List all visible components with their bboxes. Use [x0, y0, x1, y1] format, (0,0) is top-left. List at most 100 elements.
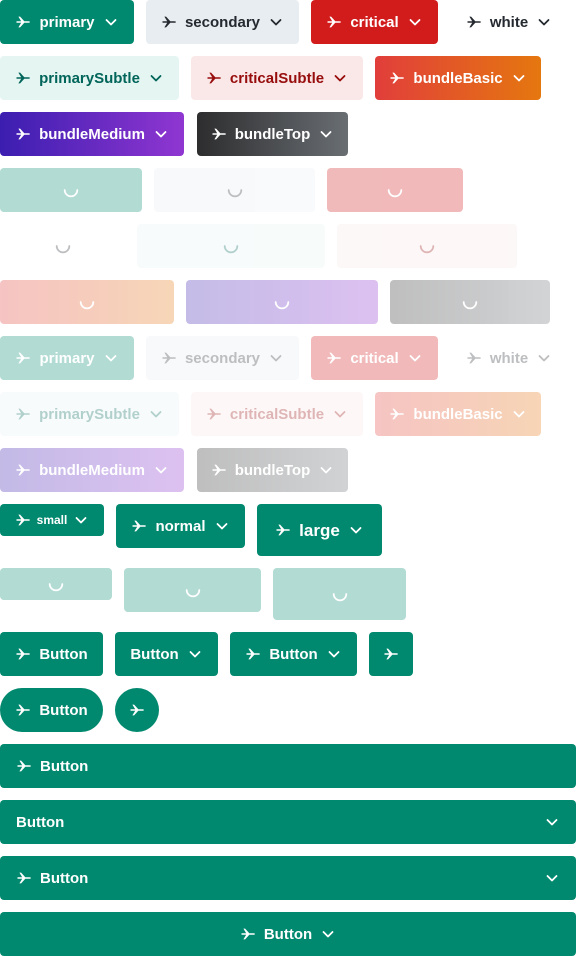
circled-button[interactable]: Button — [0, 688, 103, 732]
secondary-disabled-label: secondary — [184, 349, 261, 367]
bundle-top-disabled-label: bundleTop — [234, 461, 311, 479]
airplane-icon — [15, 126, 31, 142]
normal-button[interactable]: normal — [116, 504, 245, 548]
airplane-icon — [15, 512, 31, 528]
full-width-button-centered[interactable]: Button — [0, 912, 576, 956]
critical-disabled-label: critical — [350, 349, 399, 367]
chevron-down-icon — [511, 406, 527, 422]
normal-loading-button[interactable] — [124, 568, 261, 612]
chevron-down-icon — [214, 518, 230, 534]
spinner-icon — [387, 189, 403, 198]
bundle-medium-button[interactable]: bundleMedium — [0, 112, 184, 156]
primary-disabled-button[interactable]: primary — [0, 336, 134, 380]
full-width-button-both[interactable]: Button — [0, 856, 576, 900]
normal-button-label: normal — [155, 517, 206, 535]
airplane-icon — [131, 518, 147, 534]
large-button[interactable]: large — [257, 504, 382, 556]
chevron-down-icon — [103, 350, 119, 366]
spinner-icon — [223, 245, 239, 254]
bundle-basic-button[interactable]: bundleBasic — [375, 56, 541, 100]
bundle-medium-disabled-label: bundleMedium — [39, 461, 145, 479]
primary-button[interactable]: primary — [0, 0, 134, 44]
airplane-icon — [326, 14, 342, 30]
airplane-icon — [206, 406, 222, 422]
primary-disabled-label: primary — [39, 349, 95, 367]
chevron-down-icon — [348, 522, 364, 538]
airplane-icon — [466, 350, 482, 366]
chevron-down-icon — [407, 14, 423, 30]
primary-subtle-disabled-button[interactable]: primarySubtle — [0, 392, 179, 436]
bundle-basic-loading-button[interactable] — [0, 280, 174, 324]
white-button[interactable]: white — [450, 0, 568, 44]
primary-subtle-loading-button[interactable] — [137, 224, 325, 268]
critical-disabled-button[interactable]: critical — [311, 336, 438, 380]
spinner-icon — [55, 245, 70, 254]
bundle-medium-loading-button[interactable] — [186, 280, 378, 324]
bundle-basic-disabled-button[interactable]: bundleBasic — [375, 392, 541, 436]
bundle-top-disabled-button[interactable]: bundleTop — [197, 448, 348, 492]
airplane-icon — [211, 462, 227, 478]
chevron-down-icon — [332, 70, 348, 86]
critical-button[interactable]: critical — [311, 0, 438, 44]
chevron-down-icon — [318, 462, 334, 478]
full-width-button-trailing[interactable]: Button — [0, 800, 576, 844]
small-button[interactable]: small — [0, 504, 104, 536]
spinner-icon — [227, 189, 242, 198]
button-with-both-icons[interactable]: Button — [230, 632, 357, 676]
secondary-disabled-button[interactable]: secondary — [146, 336, 299, 380]
icon-only-button[interactable] — [369, 632, 413, 676]
white-loading-button[interactable] — [0, 224, 125, 268]
button-label: Button — [263, 925, 313, 943]
spinner-icon — [419, 245, 435, 254]
bundle-top-loading-button[interactable] — [390, 280, 550, 324]
airplane-icon — [389, 406, 405, 422]
airplane-icon — [240, 926, 256, 942]
airplane-icon — [466, 14, 482, 30]
airplane-icon — [15, 70, 31, 86]
airplane-icon — [161, 350, 177, 366]
primary-loading-button[interactable] — [0, 168, 142, 212]
primary-subtle-button[interactable]: primarySubtle — [0, 56, 179, 100]
spinner-icon — [48, 583, 64, 592]
critical-loading-button[interactable] — [327, 168, 463, 212]
critical-subtle-disabled-label: criticalSubtle — [229, 405, 325, 423]
spinner-icon — [332, 593, 347, 602]
critical-subtle-disabled-button[interactable]: criticalSubtle — [191, 392, 363, 436]
large-button-label: large — [299, 520, 340, 540]
critical-subtle-button[interactable]: criticalSubtle — [191, 56, 363, 100]
chevron-down-icon — [268, 14, 284, 30]
airplane-icon — [161, 14, 177, 30]
full-width-button[interactable]: Button — [0, 744, 576, 788]
chevron-down-icon — [536, 14, 552, 30]
primary-subtle-button-label: primarySubtle — [39, 69, 140, 87]
secondary-button[interactable]: secondary — [146, 0, 299, 44]
button-with-leading-icon[interactable]: Button — [0, 632, 103, 676]
button-label: Button — [39, 701, 88, 719]
small-loading-button[interactable] — [0, 568, 112, 600]
chevron-down-icon — [187, 646, 203, 662]
critical-button-label: critical — [350, 13, 399, 31]
primary-button-label: primary — [39, 13, 95, 31]
spinner-icon — [63, 189, 79, 198]
button-with-trailing-icon[interactable]: Button — [115, 632, 218, 676]
button-label: Button — [130, 645, 179, 663]
secondary-button-label: secondary — [184, 13, 261, 31]
large-loading-button[interactable] — [273, 568, 406, 620]
button-label: Button — [40, 757, 89, 775]
bundle-medium-button-label: bundleMedium — [39, 125, 145, 143]
critical-subtle-loading-button[interactable] — [337, 224, 517, 268]
bundle-medium-disabled-button[interactable]: bundleMedium — [0, 448, 184, 492]
chevron-down-icon — [544, 814, 560, 830]
chevron-down-icon — [326, 646, 342, 662]
button-label: Button — [16, 813, 65, 831]
secondary-loading-button[interactable] — [154, 168, 315, 212]
airplane-icon — [275, 522, 291, 538]
circled-icon-button[interactable] — [115, 688, 159, 732]
airplane-icon — [129, 702, 145, 718]
bundle-top-button[interactable]: bundleTop — [197, 112, 348, 156]
white-disabled-button[interactable]: white — [450, 336, 568, 380]
spinner-icon — [79, 301, 95, 310]
chevron-down-icon — [103, 14, 119, 30]
airplane-icon — [245, 646, 261, 662]
airplane-icon — [206, 70, 222, 86]
